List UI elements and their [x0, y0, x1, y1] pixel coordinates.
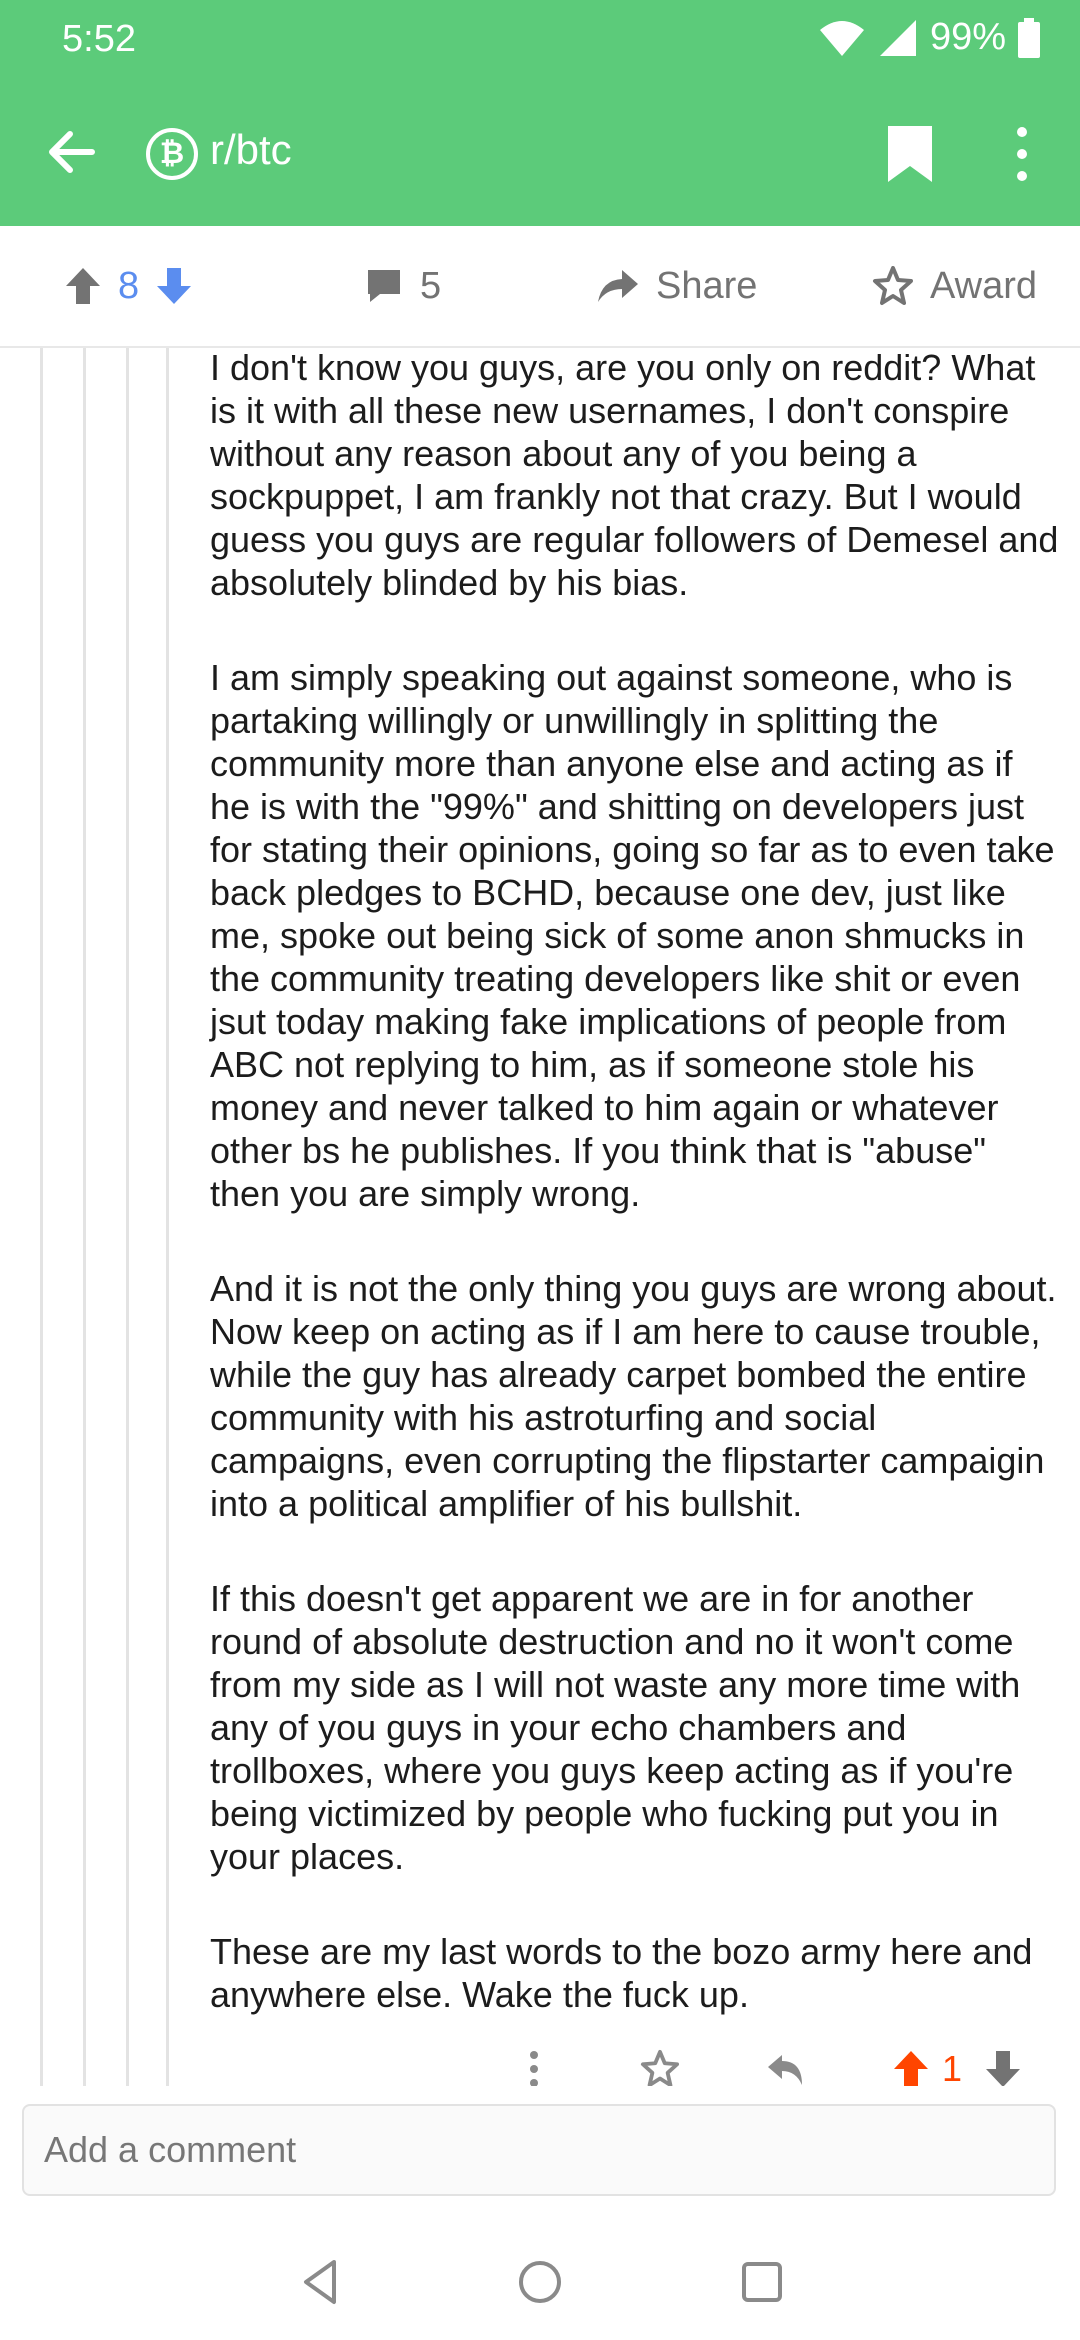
nav-recents-icon[interactable]	[734, 2254, 790, 2310]
app-bar: ₿ r/btc	[0, 80, 1080, 226]
battery-percent: 99%	[929, 16, 1006, 58]
comment-paragraph: If this doesn't get apparent we are in f…	[210, 1578, 1021, 1877]
thread-line	[40, 348, 43, 2086]
share-icon	[598, 270, 638, 302]
vote-group: 8	[64, 226, 193, 346]
status-time: 5:52	[62, 18, 136, 60]
downvote-icon[interactable]	[155, 266, 193, 306]
vote-count: 8	[118, 264, 140, 307]
nav-home-icon[interactable]	[512, 2254, 568, 2310]
comment-paragraph: These are my last words to the bozo army…	[210, 1931, 1033, 2015]
wifi-icon	[819, 20, 864, 56]
thread-line	[166, 348, 169, 2086]
comment-count: 5	[420, 264, 442, 307]
downvote-icon[interactable]	[984, 2049, 1022, 2089]
comment-paragraph: I don't know you guys, are you only on r…	[210, 347, 1059, 603]
comment-vote-count: 1	[942, 2048, 963, 2089]
battery-icon	[1018, 17, 1040, 58]
award-label: Award	[930, 264, 1038, 307]
comment-composer	[0, 2086, 1080, 2226]
more-vert-icon	[530, 2051, 538, 2087]
comment-paragraph: I am simply speaking out against someone…	[210, 657, 1055, 1214]
post-action-bar: 8 5 Share Award	[0, 226, 1080, 348]
bookmark-icon[interactable]	[882, 122, 938, 186]
comment-icon	[368, 270, 400, 302]
comment-body: I don't know you guys, are you only on r…	[210, 346, 1060, 2068]
share-label: Share	[656, 264, 758, 307]
status-bar: 5:52 99%	[0, 0, 1080, 80]
upvote-icon[interactable]	[64, 266, 102, 306]
thread-line	[126, 348, 129, 2086]
more-vert-icon[interactable]	[1000, 122, 1044, 186]
status-indicators: 99%	[818, 16, 1040, 59]
upvote-icon[interactable]	[892, 2049, 930, 2089]
award-button[interactable]: Award	[872, 226, 1037, 346]
thread-line	[83, 348, 86, 2086]
award-icon	[873, 266, 913, 305]
signal-icon	[879, 19, 916, 56]
comment-paragraph: And it is not the only thing you guys ar…	[210, 1268, 1057, 1524]
system-nav-bar	[0, 2226, 1080, 2340]
reply-icon	[768, 2055, 802, 2085]
back-arrow-icon[interactable]	[40, 120, 104, 184]
share-button[interactable]: Share	[596, 226, 757, 346]
comments-button[interactable]: 5	[364, 226, 441, 346]
bitcoin-icon: ₿	[146, 128, 198, 180]
subreddit-name[interactable]: r/btc	[210, 126, 292, 174]
add-comment-input[interactable]	[22, 2104, 1056, 2196]
nav-back-icon[interactable]	[294, 2254, 350, 2310]
award-icon	[640, 2049, 680, 2088]
